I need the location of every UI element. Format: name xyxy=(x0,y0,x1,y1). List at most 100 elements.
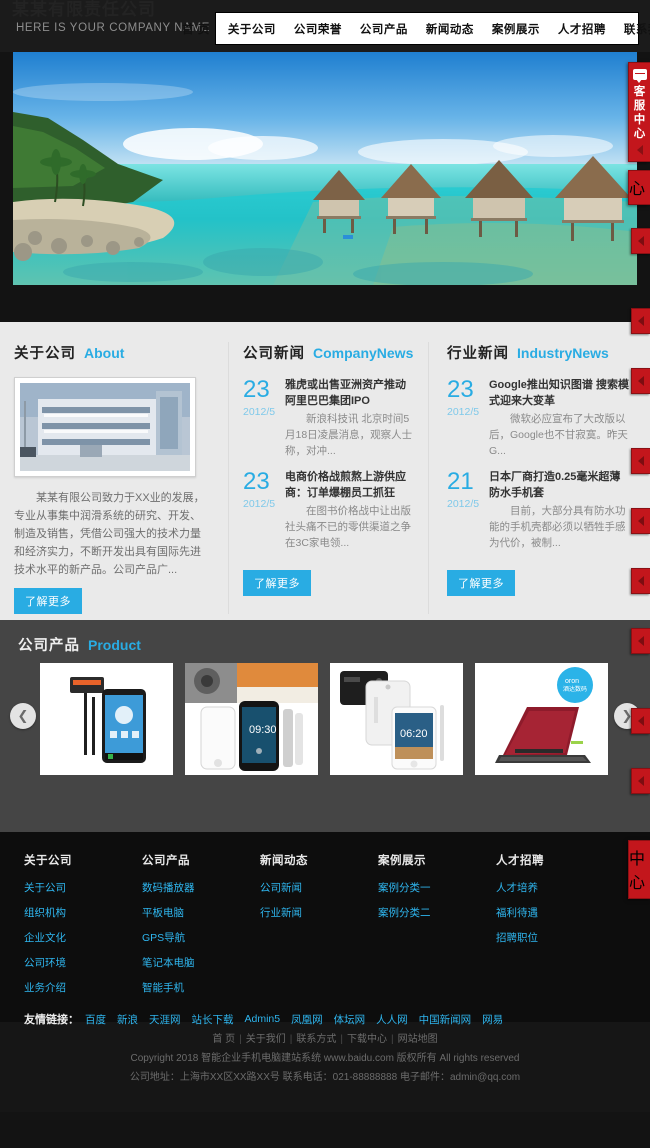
footer-link[interactable]: 公司环境 xyxy=(24,955,142,970)
news-title-link[interactable]: 电商价格战煎熬上游供应商：订单爆棚员工抓狂 xyxy=(285,469,414,501)
footer-link[interactable]: 笔记本电脑 xyxy=(142,955,260,970)
friendly-link[interactable]: 网易 xyxy=(482,1012,503,1027)
footer-link[interactable]: GPS导航 xyxy=(142,930,260,945)
footer-link[interactable]: 公司新闻 xyxy=(260,880,378,895)
footer-link[interactable]: 人才培养 xyxy=(496,880,614,895)
bottom-nav-home[interactable]: 首 页 xyxy=(212,1034,235,1045)
lenovo-phone-illustration xyxy=(40,663,173,775)
side-tab-collapse-2[interactable] xyxy=(631,308,650,334)
footer-link-columns: 关于公司 关于公司 组织机构 企业文化 公司环境 业务介绍 公司产品 数码播放器… xyxy=(0,852,650,1005)
industry-news-more-button[interactable]: 了解更多 xyxy=(447,570,515,596)
about-image[interactable] xyxy=(14,377,196,477)
products-title-en: Product xyxy=(88,637,141,653)
footer-heading: 关于公司 xyxy=(24,855,72,867)
friendly-link[interactable]: 百度 xyxy=(85,1012,106,1027)
news-title-link[interactable]: Google推出知识图谱 搜索模式迎来大变革 xyxy=(489,377,630,409)
customer-service-panel[interactable]: 客 服 中 心 xyxy=(628,62,650,162)
side-tab-collapse-6[interactable] xyxy=(631,568,650,594)
side-tab-collapse-7[interactable] xyxy=(631,628,650,654)
friendly-link[interactable]: Admin5 xyxy=(245,1013,281,1025)
contact-text: 公司地址：上海市XX区XX路XX号 联系电话：021-88888888 电子邮件… xyxy=(129,1072,521,1083)
about-title-en: About xyxy=(84,345,125,361)
carousel-prev-button[interactable]: ❮ xyxy=(10,703,36,729)
side-tab-collapse-5[interactable] xyxy=(631,508,650,534)
bottom-nav-contact[interactable]: 联系方式 xyxy=(296,1034,336,1045)
friendly-link[interactable]: 中国新闻网 xyxy=(419,1012,472,1027)
news-title-link[interactable]: 日本厂商打造0.25毫米超薄防水手机套 xyxy=(489,469,630,501)
customer-service-label-secondary: 心 xyxy=(629,175,650,199)
footer-link[interactable]: 福利待遇 xyxy=(496,905,614,920)
news-month: 2012/5 xyxy=(243,498,276,510)
nav-item-news[interactable]: 新闻动态 xyxy=(417,21,483,37)
bottom-nav-divider: | xyxy=(340,1034,343,1045)
company-news-column: 公司新闻 CompanyNews 23 2012/5 雅虎或出售亚洲资产推动阿里巴… xyxy=(228,342,428,614)
bottom-nav-about[interactable]: 关于我们 xyxy=(246,1034,286,1045)
side-tab-collapse-1[interactable] xyxy=(631,228,650,254)
news-item: 23 2012/5 雅虎或出售亚洲资产推动阿里巴巴集团IPO 新浪科技讯 北京时… xyxy=(243,377,414,459)
footer-column-about: 关于公司 关于公司 组织机构 企业文化 公司环境 业务介绍 xyxy=(24,852,142,1005)
product-card[interactable]: 06:20 多薄才好 OPPO Find xyxy=(324,663,469,775)
news-summary: 新浪科技讯 北京时间5月18日凌晨消息，观察人士称，对冲... xyxy=(285,413,413,457)
friendly-link[interactable]: 体坛网 xyxy=(334,1012,366,1027)
footer-link[interactable]: 案例分类一 xyxy=(378,880,496,895)
content-section: 关于公司 About 某某有限公司致力于XX业的发展，专业从事集中润滑系统的研究… xyxy=(0,322,650,620)
about-more-button[interactable]: 了解更多 xyxy=(14,588,82,614)
footer-link[interactable]: 企业文化 xyxy=(24,930,142,945)
nav-item-honor[interactable]: 公司荣誉 xyxy=(285,21,351,37)
customer-service-panel-secondary[interactable]: 心 xyxy=(628,170,650,205)
footer-link[interactable]: 行业新闻 xyxy=(260,905,378,920)
company-news-title-en: CompanyNews xyxy=(313,345,414,361)
side-tab-collapse-4[interactable] xyxy=(631,448,650,474)
customer-service-panel-footer[interactable]: 中 心 xyxy=(628,840,650,899)
news-month: 2012/5 xyxy=(447,406,480,418)
footer-link[interactable]: 智能手机 xyxy=(142,980,260,995)
news-title-link[interactable]: 雅虎或出售亚洲资产推动阿里巴巴集团IPO xyxy=(285,377,414,409)
friendly-link[interactable]: 站长下载 xyxy=(192,1012,234,1027)
footer-link[interactable]: 业务介绍 xyxy=(24,980,142,995)
nav-item-contact[interactable]: 联系我们 xyxy=(615,21,650,37)
footer-link[interactable]: 平板电脑 xyxy=(142,905,260,920)
nav-item-home[interactable]: 首 页 xyxy=(173,21,219,37)
product-card[interactable]: oron 酒达数码 商务气质浓郁 惠普6560B xyxy=(469,663,614,775)
footer-column-jobs: 人才招聘 人才培养 福利待遇 招聘职位 xyxy=(496,852,614,1005)
news-item: 23 2012/5 Google推出知识图谱 搜索模式迎来大变革 微软必应宣布了… xyxy=(447,377,630,459)
svg-text:06:20: 06:20 xyxy=(400,728,428,740)
hero-banner-image[interactable] xyxy=(13,52,637,285)
industry-news-title-en: IndustryNews xyxy=(517,345,609,361)
nav-item-products[interactable]: 公司产品 xyxy=(351,21,417,37)
footer-link[interactable]: 案例分类二 xyxy=(378,905,496,920)
product-card[interactable]: 09:30 高潮迭伏此起 魅族MX全新双 xyxy=(179,663,324,775)
friendly-link[interactable]: 人人网 xyxy=(376,1012,408,1027)
about-column: 关于公司 About 某某有限公司致力于XX业的发展，专业从事集中润滑系统的研究… xyxy=(14,342,228,614)
footer-heading: 人才招聘 xyxy=(496,855,544,867)
company-news-title-cn: 公司新闻 xyxy=(243,346,305,362)
side-tab-collapse-3[interactable] xyxy=(631,368,650,394)
footer-link[interactable]: 组织机构 xyxy=(24,905,142,920)
product-card[interactable]: 联想手机: 5寸HD屏四核安 xyxy=(34,663,179,775)
nav-item-cases[interactable]: 案例展示 xyxy=(483,21,549,37)
about-title-cn: 关于公司 xyxy=(14,346,76,362)
copyright-text: Copyright 2018 智能企业手机电脑建站系统 www.baidu.co… xyxy=(130,1053,520,1064)
service-char-4c: 心 xyxy=(629,875,646,892)
triangle-left-icon[interactable] xyxy=(636,145,643,155)
side-tab-collapse-9[interactable] xyxy=(631,768,650,794)
nav-item-about[interactable]: 关于公司 xyxy=(219,21,285,37)
svg-text:09:30: 09:30 xyxy=(249,724,277,736)
bottom-nav-download[interactable]: 下载中心 xyxy=(347,1034,387,1045)
friendly-link[interactable]: 新浪 xyxy=(117,1012,138,1027)
footer-link[interactable]: 数码播放器 xyxy=(142,880,260,895)
friendly-link[interactable]: 凤凰网 xyxy=(291,1012,323,1027)
bottom-nav-divider: | xyxy=(239,1034,242,1045)
side-tab-collapse-8[interactable] xyxy=(631,708,650,734)
footer-link[interactable]: 关于公司 xyxy=(24,880,142,895)
products-heading: 公司产品 Product xyxy=(0,634,650,655)
bottom-nav-sitemap[interactable]: 网站地图 xyxy=(398,1034,438,1045)
office-building-illustration xyxy=(20,383,190,471)
nav-item-jobs[interactable]: 人才招聘 xyxy=(549,21,615,37)
products-title-cn: 公司产品 xyxy=(18,638,80,654)
company-logo-cn: 某某有限责任公司 xyxy=(12,0,156,19)
footer-link[interactable]: 招聘职位 xyxy=(496,930,614,945)
friendly-links-label: 友情链接： xyxy=(24,1014,79,1026)
friendly-link[interactable]: 天涯网 xyxy=(149,1012,181,1027)
company-news-more-button[interactable]: 了解更多 xyxy=(243,570,311,596)
